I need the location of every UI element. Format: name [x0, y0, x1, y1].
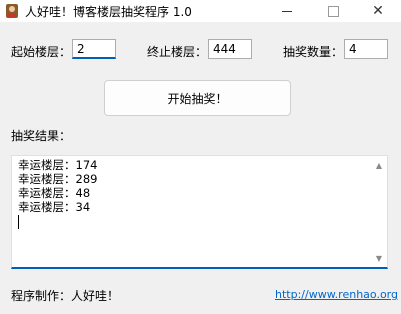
vertical-scrollbar[interactable]: ▲ ▼	[371, 156, 387, 267]
window-title: 人好哇！博客楼层抽奖程序 1.0	[25, 5, 192, 19]
draw-count-input[interactable]: 4	[344, 39, 388, 59]
title-bar: 人好哇！博客楼层抽奖程序 1.0 ✕	[0, 0, 401, 22]
scroll-up-icon[interactable]: ▲	[371, 158, 387, 172]
scroll-down-icon[interactable]: ▼	[371, 251, 387, 265]
result-line: 幸运楼层：289	[18, 172, 98, 186]
maximize-button[interactable]	[310, 0, 356, 22]
start-floor-label: 起始楼层：	[11, 45, 72, 59]
start-draw-button-label: 开始抽奖！	[167, 91, 228, 106]
draw-count-label: 抽奖数量：	[283, 45, 344, 59]
website-link[interactable]: http://www.renhao.org	[275, 288, 398, 301]
result-line: 幸运楼层：34	[18, 200, 91, 214]
result-line: 幸运楼层：174	[18, 158, 98, 172]
minimize-button[interactable]	[264, 0, 310, 22]
result-line: 幸运楼层：48	[18, 186, 91, 200]
end-floor-label: 终止楼层：	[147, 45, 208, 59]
close-button[interactable]: ✕	[355, 0, 401, 22]
minimize-icon	[282, 10, 292, 12]
credit-text: 程序制作：人好哇！	[11, 289, 120, 303]
close-icon: ✕	[372, 3, 384, 19]
text-caret	[18, 215, 19, 229]
maximize-icon	[327, 5, 339, 17]
results-label: 抽奖结果：	[11, 129, 72, 143]
app-icon	[4, 3, 20, 19]
start-draw-button[interactable]: 开始抽奖！	[104, 80, 291, 116]
end-floor-input[interactable]: 444	[208, 39, 252, 59]
start-floor-input[interactable]: 2	[72, 39, 116, 59]
results-textarea[interactable]: 幸运楼层：174 幸运楼层：289 幸运楼层：48 幸运楼层：34 ▲ ▼	[11, 155, 388, 269]
